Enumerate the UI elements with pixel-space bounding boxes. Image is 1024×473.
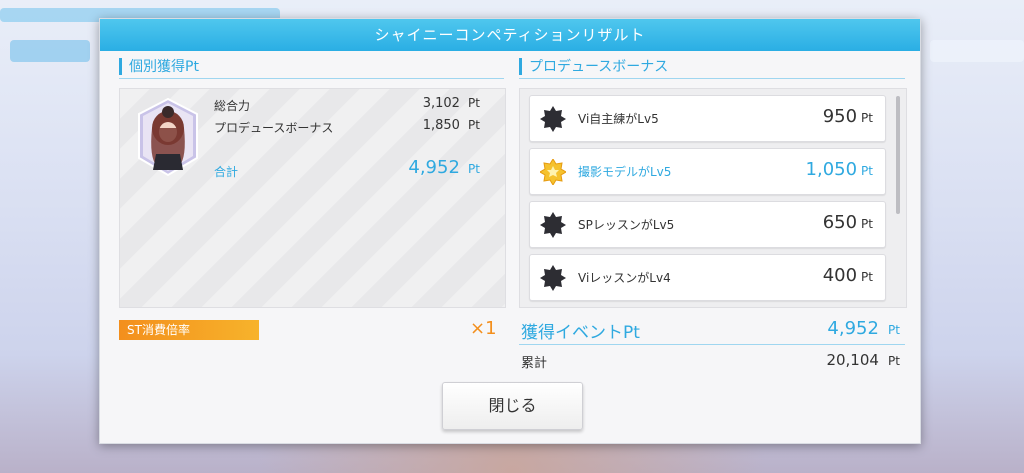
stat-label: プロデュースボーナス (214, 121, 334, 135)
stat-value: 3,102 Pt (380, 96, 480, 111)
total-unit: Pt (468, 162, 480, 176)
bonus-item-pt-number: 1,050 (805, 159, 858, 180)
bonus-list[interactable]: Vi自主練がLv5 950 Pt 撮影モデルがLv5 1,050 Pt SPレッスン… (519, 88, 907, 308)
background-bar (930, 40, 1024, 62)
stat-unit: Pt (468, 118, 480, 132)
bonus-item-pt-number: 950 (822, 106, 858, 127)
total-label: 合計 (214, 165, 239, 179)
bonus-item-name: ViレッスンがLv4 (578, 271, 671, 285)
cumulative-value: 20,104 Pt (760, 350, 900, 369)
event-pt-label: 獲得イベントPt (521, 323, 640, 343)
bonus-item-pt: 650 Pt (823, 212, 873, 233)
background-bar (10, 40, 90, 62)
bonus-item-pt: 950 Pt (823, 106, 873, 127)
individual-pt-heading-label: 個別獲得Pt (129, 59, 199, 75)
bonus-item: 撮影モデルがLv5 1,050 Pt (529, 148, 886, 195)
dark-badge-icon (540, 106, 566, 132)
stat-label: 総合力 (214, 99, 251, 113)
bonus-item: SPレッスンがLv5 650 Pt (529, 201, 886, 248)
cumulative-unit: Pt (888, 354, 900, 368)
st-multiplier-value: ×1 (470, 318, 497, 339)
cumulative-number: 20,104 (826, 351, 879, 369)
stat-value: 1,850 Pt (380, 118, 480, 133)
bonus-item-pt-number: 400 (822, 265, 858, 286)
event-pt-value: 4,952 Pt (780, 318, 900, 339)
bonus-item-pt-unit: Pt (861, 164, 873, 178)
bonus-item-pt: 400 Pt (823, 265, 873, 286)
bonus-item: Vi自主練がLv5 950 Pt (529, 95, 886, 142)
dark-badge-icon (540, 212, 566, 238)
stat-number: 3,102 (422, 96, 460, 111)
produce-bonus-heading-label: プロデュースボーナス (529, 59, 669, 75)
close-button[interactable]: 閉じる (442, 382, 583, 430)
dark-badge-icon (540, 265, 566, 291)
bonus-item-name: 撮影モデルがLv5 (578, 165, 672, 179)
produce-bonus-heading: プロデュースボーナス (519, 56, 905, 79)
gold-badge-icon (540, 159, 566, 185)
bonus-item-name: SPレッスンがLv5 (578, 218, 675, 232)
idol-portrait-icon (138, 98, 198, 176)
stat-unit: Pt (468, 96, 480, 110)
stat-number: 1,850 (422, 118, 460, 133)
individual-pt-heading: 個別獲得Pt (119, 56, 504, 79)
bonus-item-pt-unit: Pt (861, 111, 873, 125)
bonus-item-pt-unit: Pt (861, 270, 873, 284)
total-number: 4,952 (408, 157, 460, 178)
bonus-item: ViレッスンがLv4 400 Pt (529, 254, 886, 301)
event-pt-number: 4,952 (827, 318, 879, 339)
st-multiplier-badge: ST消費倍率 (119, 320, 259, 340)
bonus-item-pt-number: 650 (822, 212, 858, 233)
cumulative-label: 累計 (521, 356, 548, 371)
total-value: 4,952 Pt (360, 157, 480, 178)
bonus-list-scrollbar[interactable] (896, 96, 900, 214)
bonus-item-pt-unit: Pt (861, 217, 873, 231)
dialog-title: シャイニーコンペティションリザルト (100, 19, 920, 51)
event-pt-unit: Pt (888, 323, 900, 337)
bonus-item-name: Vi自主練がLv5 (578, 112, 659, 126)
bonus-item-pt: 1,050 Pt (806, 159, 873, 180)
